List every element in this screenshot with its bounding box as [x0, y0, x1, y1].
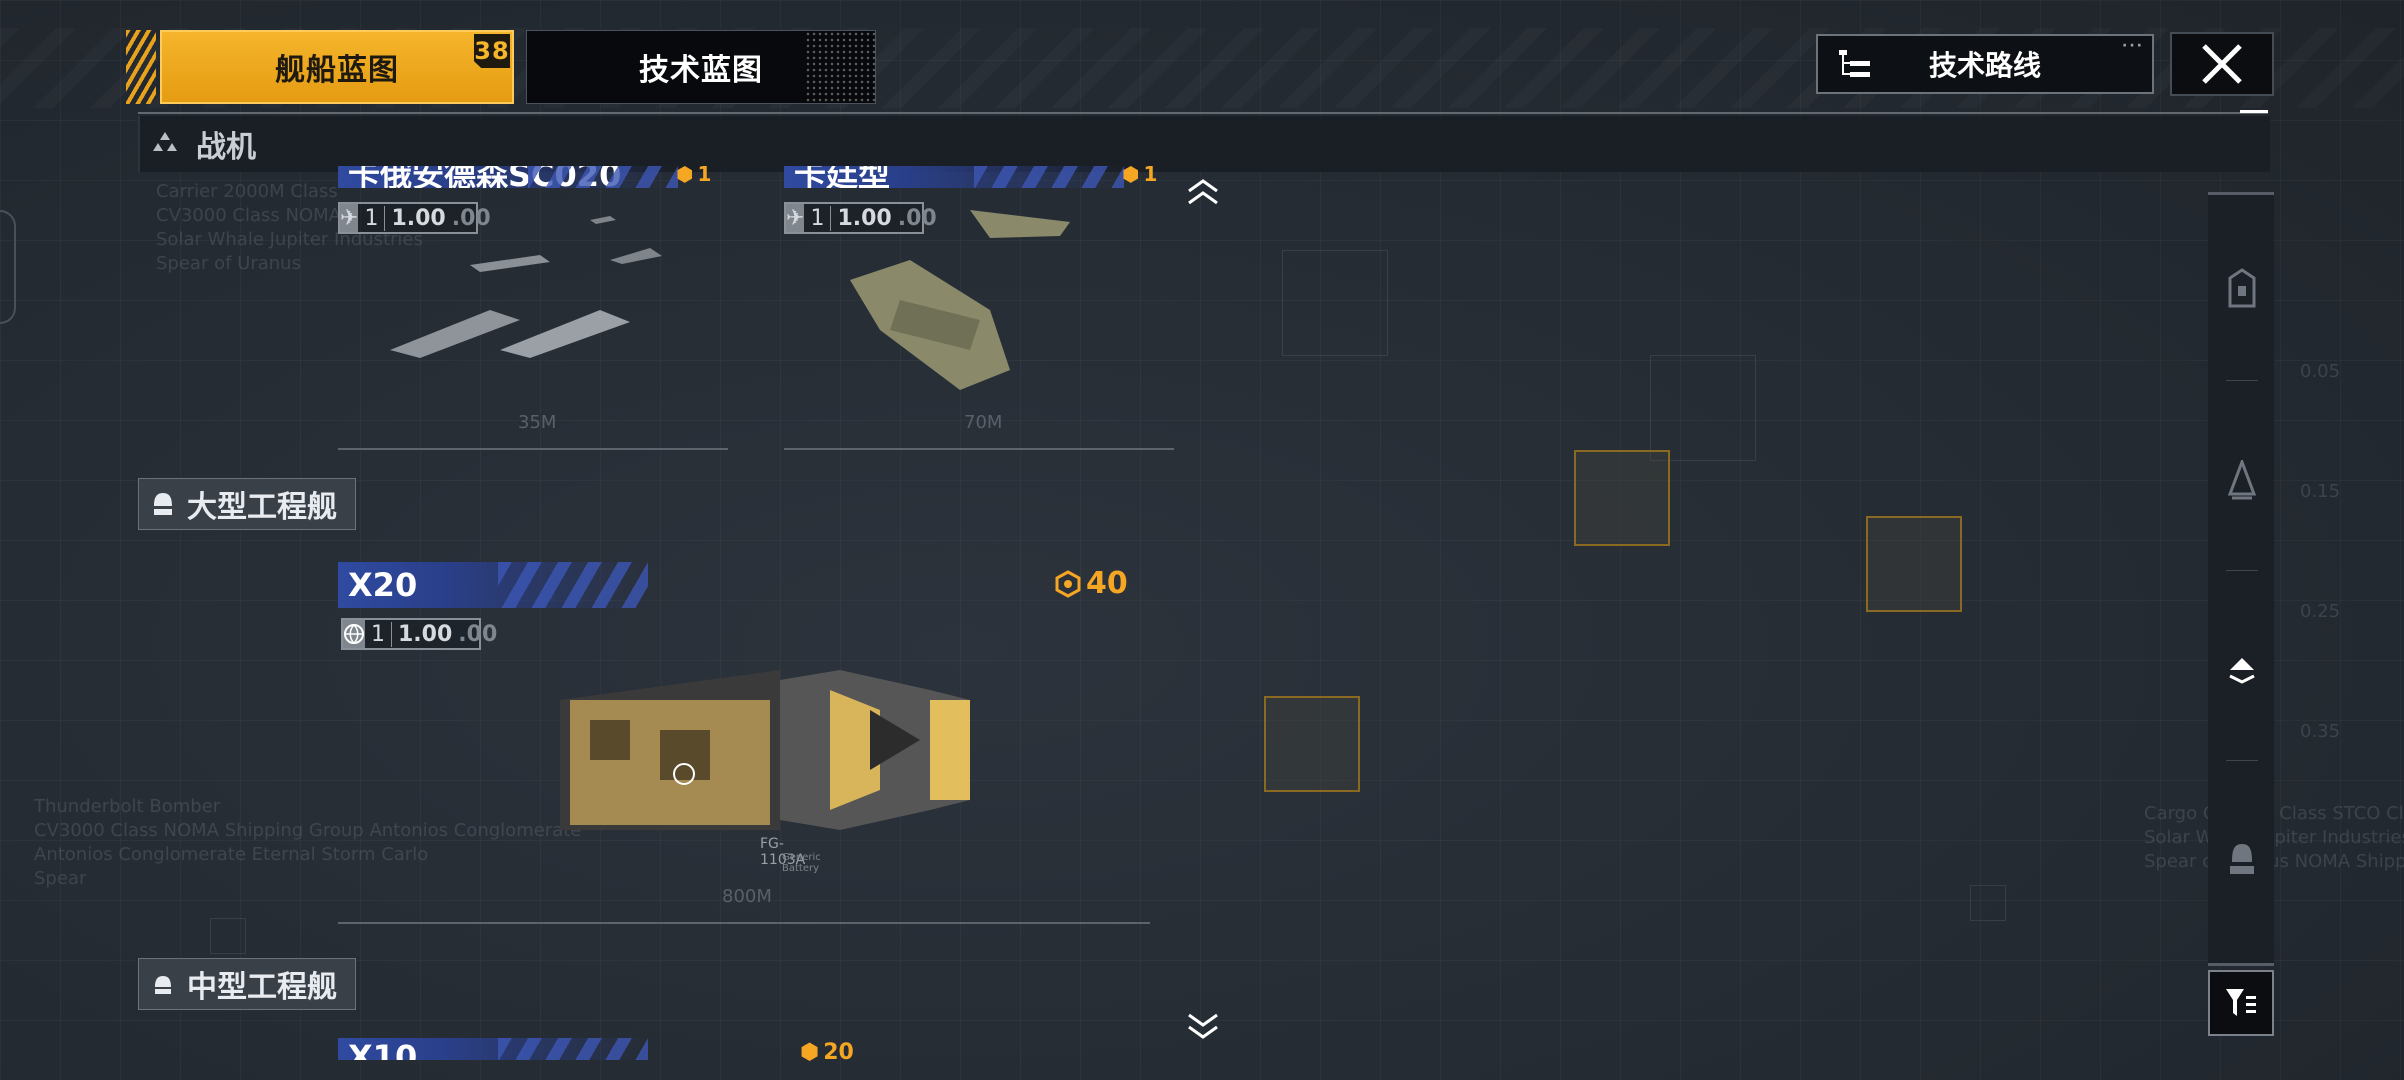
ghost-box — [210, 918, 246, 954]
blueprint-count-badge: 38 — [474, 34, 510, 68]
ship-name-banner: 卡廷型 — [784, 166, 1124, 188]
ship-cost: ⬢ 1 — [676, 162, 712, 186]
left-edge-handle[interactable] — [0, 210, 16, 324]
ghost-box — [1282, 250, 1388, 356]
empty-slot[interactable] — [1574, 450, 1670, 546]
fighter-type-icon: ✈ — [786, 204, 805, 232]
ship-value-decimal: .00 — [458, 621, 498, 647]
tech-route-label: 技术路线 — [1928, 49, 2041, 82]
category-bar[interactable]: 战机 — [138, 116, 2270, 172]
cost-icon: ⬢ — [676, 162, 694, 186]
fighter-type-icon-selected[interactable] — [2226, 652, 2258, 692]
tech-route-button[interactable]: 技术路线 ··· — [1816, 34, 2154, 94]
close-icon — [2202, 44, 2242, 84]
category-label: 战机 — [196, 130, 256, 165]
scale-line — [338, 448, 728, 450]
tab-label: 舰船蓝图 — [275, 53, 399, 88]
cost-icon — [1055, 569, 1081, 598]
tab-accent-stripes — [126, 30, 156, 104]
globe-icon — [343, 620, 365, 648]
ghost-box — [1650, 355, 1756, 461]
carrier-type-icon[interactable] — [2226, 268, 2258, 308]
bg-text-mid-right: Cargo CV3000 Class STCO Class Solar Whal… — [2144, 803, 2404, 872]
empty-slot[interactable] — [1866, 516, 1962, 612]
ship-value: 1.00 — [398, 621, 453, 647]
cost-icon: ⬢ — [1122, 162, 1140, 186]
scale-line — [338, 922, 1150, 924]
ship-name-banner: 卡俄安德森SC020 — [338, 166, 678, 188]
ship-cost: ⬢ 20 — [800, 1040, 854, 1065]
header-divider-accent — [2240, 110, 2268, 113]
scroll-up-chevron-icon[interactable] — [1186, 178, 1220, 206]
scroll-down-chevron-icon[interactable] — [1186, 1012, 1220, 1040]
rail-separator — [2226, 570, 2258, 571]
ship-name: 卡廷型 — [794, 166, 891, 188]
rail-separator — [2226, 760, 2258, 761]
filter-icon — [2226, 989, 2256, 1016]
ship-name: X10 — [348, 1038, 418, 1060]
engineering-ship-image — [560, 670, 970, 830]
tab-tech-blueprint[interactable]: 技术蓝图 — [526, 30, 876, 104]
fighter-squadron-image — [390, 216, 662, 358]
ship-level: 1 — [365, 621, 392, 647]
ship-name-banner: X20 — [338, 562, 648, 608]
section-header-medium-engineering: 中型工程舰 — [138, 958, 356, 1010]
bg-text-mid-left: Thunderbolt Bomber CV3000 Class NOMA Shi… — [34, 796, 582, 889]
scale-label: 70M — [964, 412, 1003, 433]
tab-ship-blueprint[interactable]: 舰船蓝图 38 — [160, 30, 514, 104]
frigate-type-icon[interactable] — [2226, 460, 2258, 500]
ghost-box — [1970, 885, 2006, 921]
scale-label: 800M — [722, 886, 772, 907]
fighter-type-icon: ✈ — [340, 204, 359, 232]
ship-name: 卡俄安德森SC020 — [348, 166, 622, 188]
cost-icon: ⬢ — [800, 1040, 820, 1065]
ship-name-banner: X10 — [338, 1038, 648, 1060]
scale-label: 35M — [518, 412, 557, 433]
dots-decoration: ··· — [2122, 38, 2144, 54]
rail-separator — [2226, 380, 2258, 381]
fighter-category-icon — [152, 131, 180, 158]
ship-level: 1 — [804, 205, 832, 231]
ship-name: X20 — [348, 566, 418, 604]
header-divider — [138, 112, 2268, 114]
ship-stat-box: 1 1.00 .00 — [341, 618, 497, 650]
axis-tick: 0.35 — [2300, 721, 2341, 742]
axis-tick: 0.15 — [2300, 481, 2341, 502]
engineering-type-icon[interactable] — [2226, 840, 2258, 880]
ship-cost: ⬢ 1 — [1122, 162, 1158, 186]
axis-tick: 0.05 — [2300, 361, 2341, 382]
filter-button[interactable] — [2208, 970, 2274, 1036]
scale-line — [784, 448, 1174, 450]
section-header-large-engineering: 大型工程舰 — [138, 478, 356, 530]
tech-tree-icon — [1839, 50, 1870, 77]
axis-tick: 0.25 — [2300, 601, 2341, 622]
heavy-fighter-image — [850, 210, 1070, 390]
tab-label: 技术蓝图 — [639, 53, 763, 88]
part-sub-label: Generic Battery — [782, 852, 821, 874]
section-label: 中型工程舰 — [187, 970, 337, 1005]
close-button[interactable] — [2170, 32, 2274, 96]
ship-cost: 40 — [1054, 566, 1128, 601]
engineering-ship-icon — [154, 493, 172, 515]
engineering-ship-icon — [155, 976, 171, 994]
section-label: 大型工程舰 — [187, 490, 337, 525]
empty-slot[interactable] — [1264, 696, 1360, 792]
